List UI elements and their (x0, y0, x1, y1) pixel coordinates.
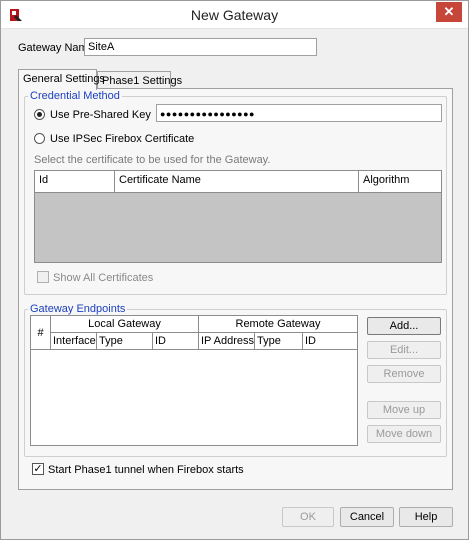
ipsec-certificate-radio[interactable] (34, 133, 45, 144)
certificate-hint: Select the certificate to be used for th… (34, 154, 271, 166)
gateway-name-input[interactable]: SiteA (84, 38, 317, 56)
title-bar[interactable]: New Gateway ✕ (1, 1, 468, 29)
pre-shared-key-label: Use Pre-Shared Key (50, 109, 151, 121)
ipsec-certificate-label: Use IPSec Firebox Certificate (50, 133, 195, 145)
move-down-button[interactable]: Move down (367, 425, 441, 443)
credential-method-title: Credential Method (28, 90, 122, 102)
pre-shared-key-radio[interactable] (34, 109, 45, 120)
checkmark-icon: ✓ (33, 463, 43, 475)
start-phase1-label: Start Phase1 tunnel when Firebox starts (48, 464, 244, 476)
start-phase1-checkbox[interactable]: ✓ (32, 463, 44, 475)
column-header-remote-id[interactable]: ID (303, 333, 357, 349)
cancel-button[interactable]: Cancel (340, 507, 394, 527)
gateway-endpoints-title: Gateway Endpoints (28, 303, 128, 315)
edit-endpoint-button[interactable]: Edit... (367, 341, 441, 359)
certificate-table-body (35, 193, 441, 262)
show-all-certificates-label: Show All Certificates (53, 272, 154, 284)
certificate-table-header: Id Certificate Name Algorithm (35, 171, 441, 193)
column-header-certificate-name[interactable]: Certificate Name (115, 171, 359, 192)
remote-gateway-header: Remote Gateway (199, 316, 357, 333)
pre-shared-key-input[interactable]: ●●●●●●●●●●●●●●●● (156, 104, 442, 122)
move-up-button[interactable]: Move up (367, 401, 441, 419)
column-header-ip-address[interactable]: IP Address (199, 333, 255, 349)
column-header-algorithm[interactable]: Algorithm (359, 171, 441, 192)
tab-phase1-settings[interactable]: Phase1 Settings (97, 71, 182, 89)
window-title: New Gateway (190, 7, 279, 23)
close-icon: ✕ (443, 4, 455, 19)
show-all-certificates-checkbox[interactable] (37, 271, 49, 283)
column-header-remote-type[interactable]: Type (255, 333, 303, 349)
add-endpoint-button[interactable]: Add... (367, 317, 441, 335)
column-header-id[interactable]: Id (35, 171, 115, 192)
column-header-local-id[interactable]: ID (153, 333, 199, 349)
new-gateway-dialog: New Gateway ✕ Gateway Name: SiteA Genera… (0, 0, 469, 540)
gateway-endpoints-table[interactable]: # Local Gateway Remote Gateway Interface… (30, 315, 358, 446)
ok-button[interactable]: OK (282, 507, 334, 527)
column-header-interface[interactable]: Interface (51, 333, 97, 349)
local-gateway-header: Local Gateway (51, 316, 199, 333)
remove-endpoint-button[interactable]: Remove (367, 365, 441, 383)
help-button[interactable]: Help (399, 507, 453, 527)
close-button[interactable]: ✕ (436, 2, 462, 22)
endpoint-subheader-row: Interface Type ID IP Address Type ID (51, 333, 357, 350)
column-header-local-type[interactable]: Type (97, 333, 153, 349)
tab-general-settings[interactable]: General Settings (18, 69, 105, 90)
certificate-table[interactable]: Id Certificate Name Algorithm (34, 170, 442, 263)
column-header-number[interactable]: # (31, 316, 51, 350)
